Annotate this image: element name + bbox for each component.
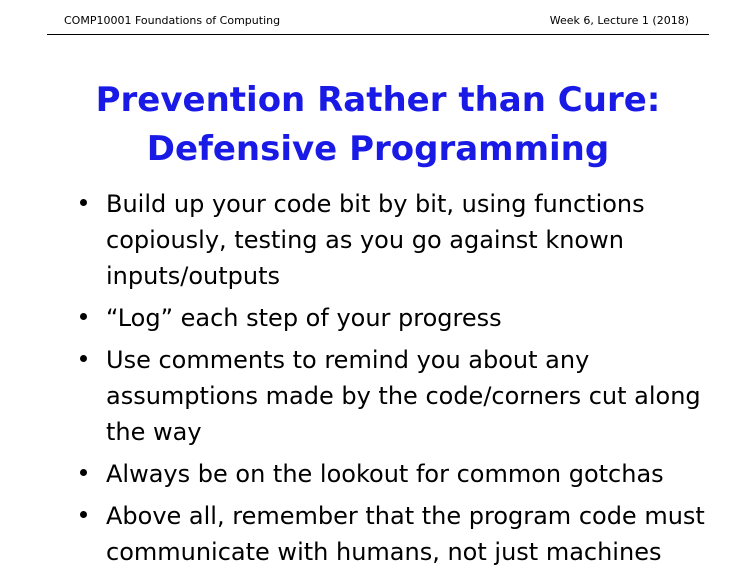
- bullet-item: Always be on the lookout for common gotc…: [78, 456, 718, 492]
- slide-title: Prevention Rather than Cure: Defensive P…: [0, 76, 756, 174]
- course-label: COMP10001 Foundations of Computing: [64, 14, 281, 27]
- bullet-item: “Log” each step of your progress: [78, 300, 718, 336]
- title-line-1: Prevention Rather than Cure:: [95, 79, 661, 120]
- bullet-text-line: inputs/outputs: [106, 262, 280, 290]
- title-line-2: Defensive Programming: [146, 128, 610, 169]
- bullet-text-line: copiously, testing as you go against kno…: [106, 226, 624, 254]
- bullet-dot-icon: [80, 469, 87, 476]
- slide: COMP10001 Foundations of Computing Week …: [0, 0, 756, 567]
- bullet-dot-icon: [80, 199, 87, 206]
- bullet-text-line: Above all, remember that the program cod…: [106, 502, 705, 530]
- bullet-text-line: Use comments to remind you about any: [106, 346, 590, 374]
- bullet-item: Use comments to remind you about any ass…: [78, 342, 718, 450]
- bullet-text-line: Always be on the lookout for common gotc…: [106, 460, 664, 488]
- bullet-item: Above all, remember that the program cod…: [78, 498, 718, 570]
- bullet-dot-icon: [80, 313, 87, 320]
- slide-header: COMP10001 Foundations of Computing Week …: [47, 10, 709, 35]
- bullet-text-line: “Log” each step of your progress: [106, 304, 502, 332]
- bullet-dot-icon: [80, 511, 87, 518]
- bullet-item: Build up your code bit by bit, using fun…: [78, 186, 718, 294]
- bullet-list: Build up your code bit by bit, using fun…: [78, 186, 718, 576]
- lecture-label: Week 6, Lecture 1 (2018): [549, 14, 689, 27]
- bullet-text-line: the way: [106, 418, 202, 446]
- bullet-text-line: Build up your code bit by bit, using fun…: [106, 190, 645, 218]
- bullet-dot-icon: [80, 355, 87, 362]
- bullet-text-line: assumptions made by the code/corners cut…: [106, 382, 701, 410]
- bullet-text-line: communicate with humans, not just machin…: [106, 538, 662, 566]
